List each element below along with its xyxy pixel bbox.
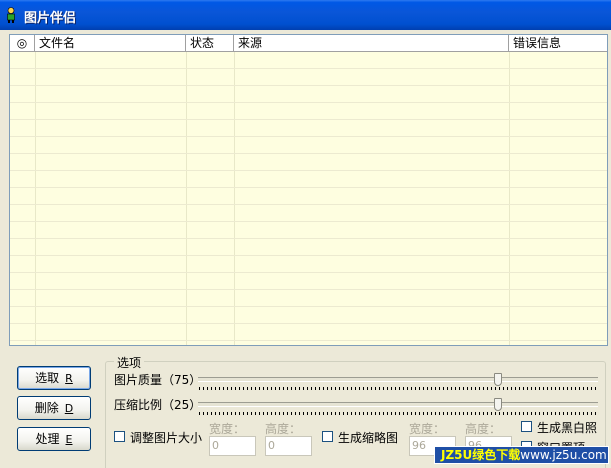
watermark-site-name: JZ5U绿色下载 [441, 448, 521, 462]
grid-line [10, 85, 607, 86]
grayscale-label[interactable]: 生成黑白照 [537, 419, 597, 436]
list-body[interactable] [10, 52, 607, 345]
grid-line [10, 187, 607, 188]
grid-line [10, 102, 607, 103]
column-header-error[interactable]: 错误信息 [509, 35, 607, 52]
grid-line [10, 221, 607, 222]
column-header-status[interactable]: 状态 [186, 35, 234, 52]
resize-width-field[interactable]: 0 [209, 436, 256, 456]
watermark-url: www.jz5u.com [520, 448, 607, 462]
process-button[interactable]: 处理 E [17, 427, 91, 451]
process-button-accel: E [65, 433, 73, 446]
resize-width-label: 宽度： [209, 422, 246, 436]
grid-line [186, 52, 187, 345]
grayscale-checkbox[interactable] [521, 421, 532, 432]
thumbnail-width-label: 宽度： [409, 422, 446, 436]
grid-line [10, 272, 607, 273]
grid-line [10, 153, 607, 154]
person-app-icon [7, 7, 15, 23]
quality-slider[interactable] [198, 372, 598, 396]
select-button-label: 选取 [35, 371, 60, 385]
list-header: ◎ 文件名 状态 来源 错误信息 [10, 35, 607, 52]
resize-label[interactable]: 调整图片大小 [130, 429, 202, 446]
slider-track [198, 377, 598, 382]
grid-line [10, 238, 607, 239]
compression-label: 压缩比例（25） [114, 398, 202, 412]
delete-button-accel: D [64, 402, 74, 415]
grid-line [10, 255, 607, 256]
grid-line [10, 204, 607, 205]
window-title: 图片伴侣 [24, 11, 77, 26]
grid-line [10, 289, 607, 290]
quality-slider-thumb[interactable] [494, 373, 502, 386]
grid-line [10, 68, 607, 69]
process-button-label: 处理 [35, 432, 60, 446]
grid-line [10, 323, 607, 324]
grid-line [10, 119, 607, 120]
select-button[interactable]: 选取 R [17, 366, 91, 390]
resize-height-field[interactable]: 0 [265, 436, 312, 456]
column-header-selector[interactable]: ◎ [10, 35, 35, 52]
grid-line [234, 52, 235, 345]
watermark-banner: JZ5U绿色下载www.jz5u.com [434, 446, 609, 464]
grid-line [10, 136, 607, 137]
compression-slider[interactable] [198, 397, 598, 421]
slider-track [198, 402, 598, 407]
select-button-accel: R [65, 372, 73, 385]
delete-button[interactable]: 删除 D [17, 396, 91, 420]
grid-line [10, 306, 607, 307]
grid-line [10, 170, 607, 171]
column-header-source[interactable]: 来源 [234, 35, 509, 52]
file-list[interactable]: ◎ 文件名 状态 来源 错误信息 [9, 34, 608, 346]
thumbnail-height-label: 高度： [465, 422, 502, 436]
compression-slider-thumb[interactable] [494, 398, 502, 411]
grid-line [509, 52, 510, 345]
slider-ticks [199, 387, 597, 390]
delete-button-label: 删除 [34, 401, 59, 415]
title-bar[interactable]: 图片伴侣 [0, 0, 611, 30]
grid-line [35, 52, 36, 345]
column-header-filename[interactable]: 文件名 [35, 35, 186, 52]
resize-checkbox[interactable] [114, 431, 125, 442]
quality-label: 图片质量（75） [114, 373, 202, 387]
thumbnail-label[interactable]: 生成缩略图 [338, 429, 398, 446]
options-group-label: 选项 [114, 354, 145, 371]
resize-height-label: 高度： [265, 422, 302, 436]
grid-line [10, 340, 607, 341]
slider-ticks [199, 412, 597, 415]
thumbnail-checkbox[interactable] [322, 431, 333, 442]
